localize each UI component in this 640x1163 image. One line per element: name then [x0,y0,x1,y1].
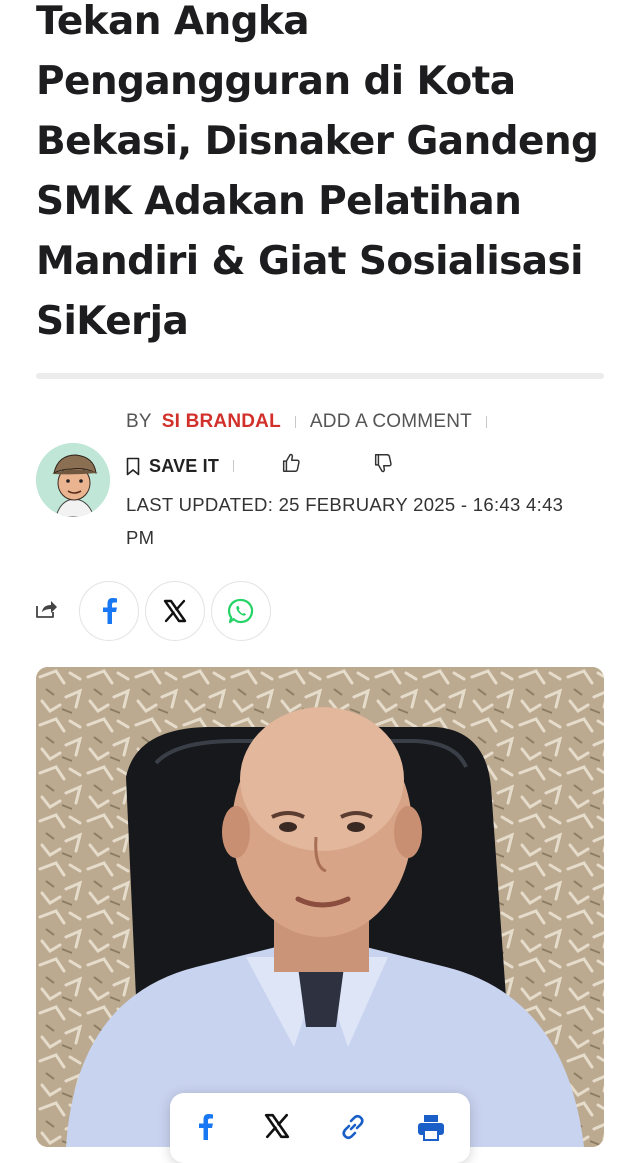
separator [294,416,296,428]
author-avatar[interactable] [36,443,110,517]
x-icon [264,1113,289,1139]
print-icon [417,1115,444,1141]
bookmark-icon [126,457,140,475]
byline-row: BY SI BRANDAL ADD A COMMENT [126,411,501,433]
x-icon [163,599,187,623]
floating-copy-link-button[interactable] [339,1113,367,1146]
author-link[interactable]: SI BRANDAL [162,411,281,433]
whatsapp-share-button[interactable] [211,581,271,641]
floating-facebook-button[interactable] [195,1113,215,1146]
by-label: BY [126,411,152,432]
whatsapp-icon [227,598,254,624]
link-icon [341,1114,364,1140]
x-share-button[interactable] [145,581,205,641]
thumbs-up-icon [283,453,300,472]
dislike-button[interactable] [372,452,394,480]
title-divider [36,373,604,379]
facebook-icon [103,598,117,624]
article-photo [36,667,604,1147]
facebook-share-button[interactable] [79,581,139,641]
add-comment-link[interactable]: ADD A COMMENT [310,411,472,433]
floating-print-button[interactable] [416,1113,446,1146]
floating-share-bar [170,1093,470,1163]
like-button[interactable] [280,452,302,480]
thumbs-down-icon [375,454,392,473]
separator [233,460,235,472]
last-updated: LAST UPDATED: 25 FEBRUARY 2025 - 16:43 4… [126,494,564,548]
floating-x-button[interactable] [264,1113,290,1144]
save-button[interactable]: SAVE IT [126,456,219,477]
facebook-icon [198,1114,213,1140]
actions-row: SAVE IT [126,452,394,480]
share-icon[interactable] [34,598,58,625]
article-title: Tekan Angka Pengangguran di Kota Bekasi,… [36,0,599,344]
separator [485,416,487,428]
save-label: SAVE IT [149,455,220,476]
